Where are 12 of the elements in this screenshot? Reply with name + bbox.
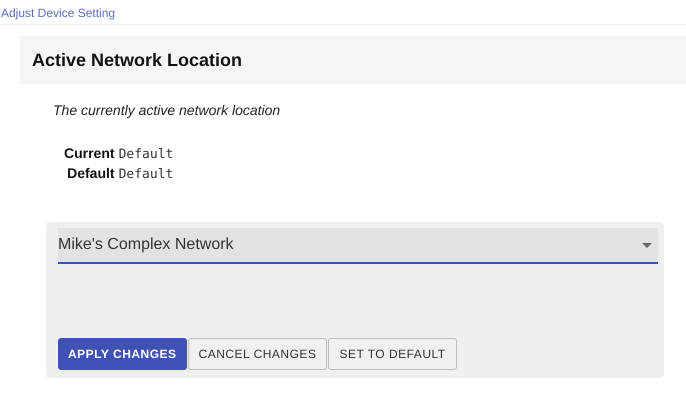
value-label: Default (66, 165, 115, 181)
section-description: The currently active network location (53, 102, 282, 118)
section-title: Active Network Location (32, 50, 242, 70)
value-text: Default (118, 167, 174, 182)
network-select[interactable]: Mike's Complex Network (58, 228, 658, 264)
value-label: Current (64, 145, 115, 161)
breadcrumb-link[interactable]: Adjust Device Setting (0, 0, 686, 25)
dropdown-caret-icon (642, 242, 652, 248)
action-button[interactable]: SET TO DEFAULT (328, 338, 457, 370)
apply-button[interactable]: APPLY CHANGES (58, 338, 187, 370)
action-button[interactable]: CANCEL CHANGES (188, 338, 328, 370)
value-text: Default (118, 147, 174, 162)
